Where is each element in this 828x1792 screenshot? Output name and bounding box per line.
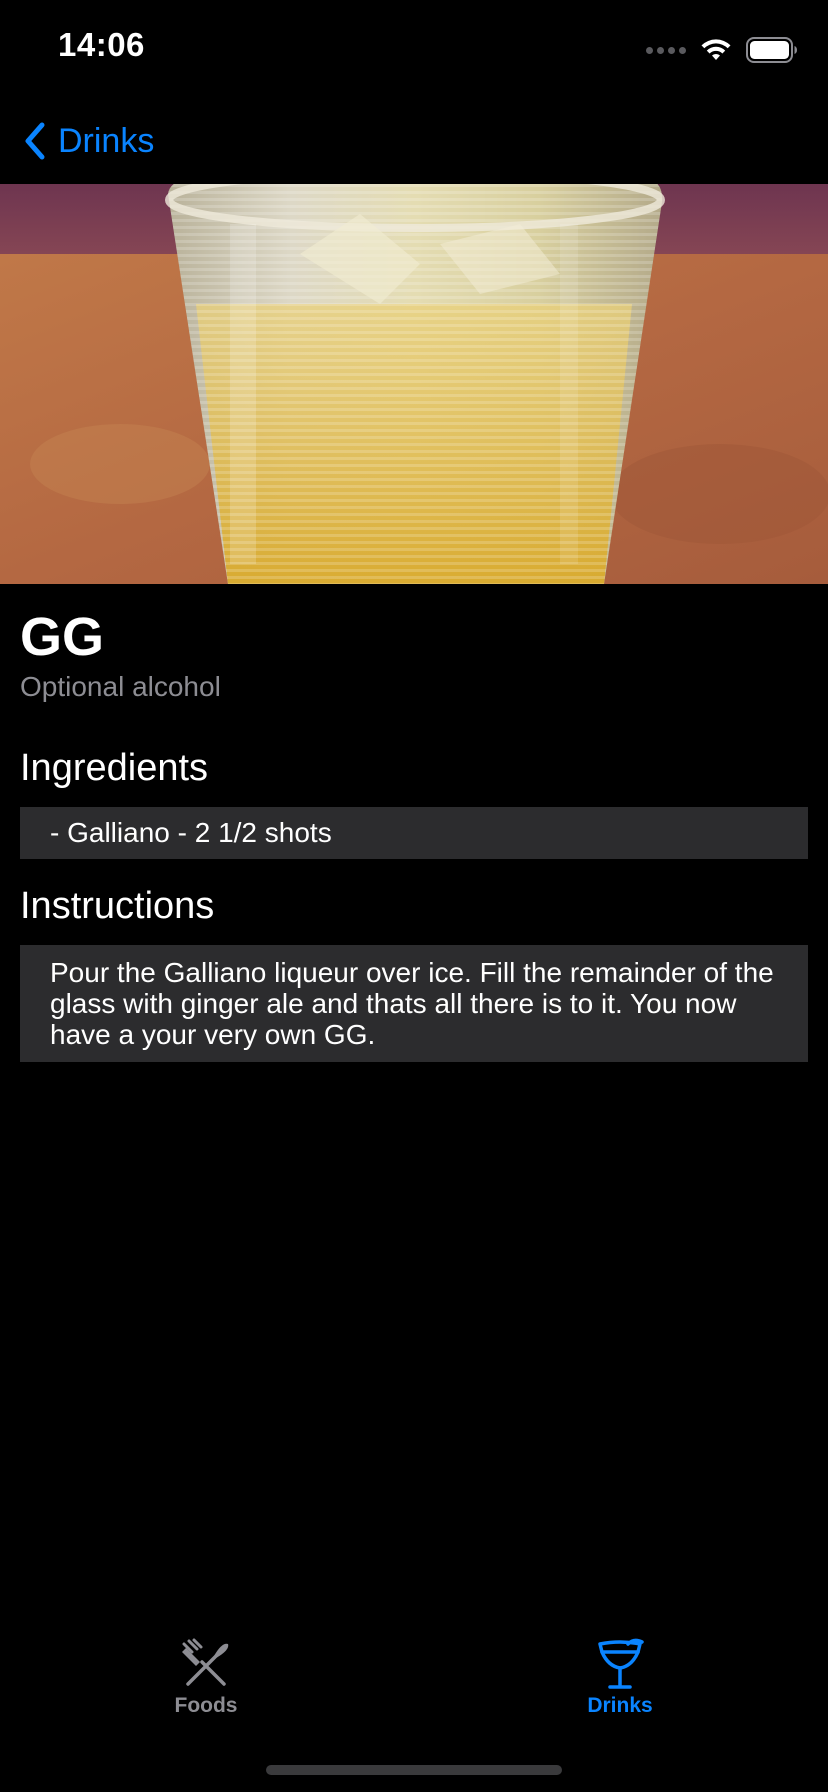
cellular-signal-icon — [646, 46, 686, 54]
tab-drinks-label: Drinks — [587, 1694, 653, 1717]
fork-knife-icon — [182, 1638, 229, 1686]
status-bar: 14:06 — [0, 0, 828, 100]
battery-icon — [746, 37, 797, 63]
status-icons — [646, 36, 798, 64]
instructions-heading: Instructions — [20, 885, 215, 928]
ingredients-list: - Galliano - 2 1/2 shots — [20, 807, 808, 860]
back-button-label: Drinks — [58, 121, 155, 160]
glass-of-galliano-photo — [0, 184, 828, 584]
wifi-icon — [701, 39, 731, 60]
cocktail-glass-icon — [598, 1638, 644, 1689]
drink-name: GG — [20, 607, 105, 667]
back-button[interactable]: Drinks — [22, 118, 154, 164]
ingredient-item: - Galliano - 2 1/2 shots — [50, 817, 332, 849]
tab-foods-label: Foods — [174, 1694, 238, 1717]
instructions-text: Pour the Galliano liqueur over ice. Fill… — [20, 945, 808, 1063]
navigation-bar: Drinks — [0, 100, 828, 184]
tab-drinks[interactable]: Drinks — [540, 1636, 700, 1718]
home-indicator[interactable] — [266, 1765, 562, 1775]
chevron-left-icon — [25, 122, 45, 160]
drink-category: Optional alcohol — [20, 671, 221, 703]
tab-foods[interactable]: Foods — [126, 1636, 286, 1718]
drink-image — [0, 184, 828, 584]
ingredients-heading: Ingredients — [20, 747, 209, 790]
status-time: 14:06 — [58, 26, 145, 63]
drink-detail: GG Optional alcohol Ingredients - Gallia… — [20, 584, 808, 1063]
